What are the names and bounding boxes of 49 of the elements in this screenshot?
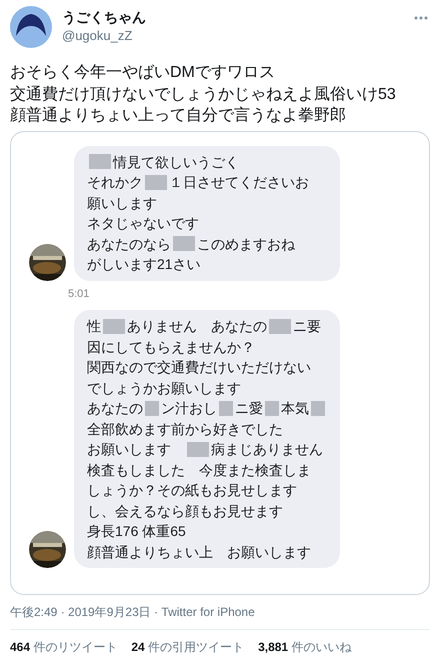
message-text: 病まじありません — [211, 440, 323, 459]
tweet-timestamp: 午後2:49 · 2019年9月23日 · Twitter for iPhone — [10, 604, 256, 620]
stat-link[interactable]: 24 件の引用ツイート — [131, 638, 244, 656]
message-text: 願いします — [87, 194, 157, 212]
message-text: 関西なので交通費だけいただけない — [87, 358, 311, 377]
message-text: このめますおね — [197, 234, 295, 254]
message-text: 顔普通よりちょい上 お願いします — [87, 542, 311, 562]
message-text: 身長176 体重65 — [87, 522, 186, 541]
message-text: ン汁おし — [161, 399, 217, 418]
mosaic-censor — [145, 400, 159, 416]
mosaic-censor — [103, 318, 125, 334]
message-text: でしょうかお願いします — [87, 378, 241, 398]
message-text: ニ愛 — [235, 399, 263, 418]
mosaic-censor — [269, 318, 291, 334]
user-handle: @ugoku_zZ — [62, 27, 134, 45]
message-text: 因にしてもらえませんか？ — [87, 338, 255, 356]
message-text: しょうか？その紙もお見せします — [87, 481, 297, 500]
tweet-text-line: おそらく今年一やばいDMですワロス — [10, 63, 276, 83]
message-text: 全部飲めます前から好きでした — [87, 420, 283, 438]
message-text: 性 — [87, 317, 101, 336]
attached-image[interactable] — [10, 130, 430, 594]
message-text: あなたのなら — [87, 234, 171, 254]
message-text: ニ要 — [293, 317, 321, 336]
mosaic-censor — [145, 174, 167, 190]
tweet-text-line: 顔普通よりちょい上って自分で言うなよ拳野郎 — [10, 105, 347, 126]
message-text: し、会えるなら顔もお見せます — [87, 502, 283, 520]
message-text: ありません あなたの — [127, 317, 267, 336]
mosaic-censor — [173, 236, 195, 252]
message-text: １日させてくださいお — [169, 173, 309, 192]
message-time: 5:01 — [68, 286, 90, 302]
message-text: それかク — [87, 173, 143, 192]
mosaic-censor — [187, 442, 209, 457]
mosaic-censor — [311, 400, 325, 416]
message-text: ネタじゃないです — [87, 214, 199, 233]
message-text: あなたの — [87, 399, 143, 418]
avatar-icon[interactable] — [10, 6, 52, 48]
mosaic-censor — [265, 400, 279, 416]
mosaic-censor — [89, 154, 111, 170]
stat-link[interactable]: 464 件のリツイート — [10, 638, 118, 656]
message-text: 情見て欲しいうごく — [113, 152, 239, 172]
message-text: 検査もしました 今度また検査しま — [87, 460, 311, 480]
mosaic-censor — [219, 400, 233, 416]
message-text: お願いします — [87, 440, 172, 459]
stat-link[interactable]: 3,881 件のいいね — [258, 638, 352, 656]
tweet-text-line: 交通費だけ頂けないでしょうかじゃねえよ風俗いけ53 — [10, 84, 397, 104]
more-icon[interactable] — [414, 16, 428, 20]
message-text: がしいます21さい — [87, 255, 201, 274]
message-text: 本気 — [281, 399, 309, 418]
user-name[interactable]: うごくちゃん — [62, 8, 404, 27]
